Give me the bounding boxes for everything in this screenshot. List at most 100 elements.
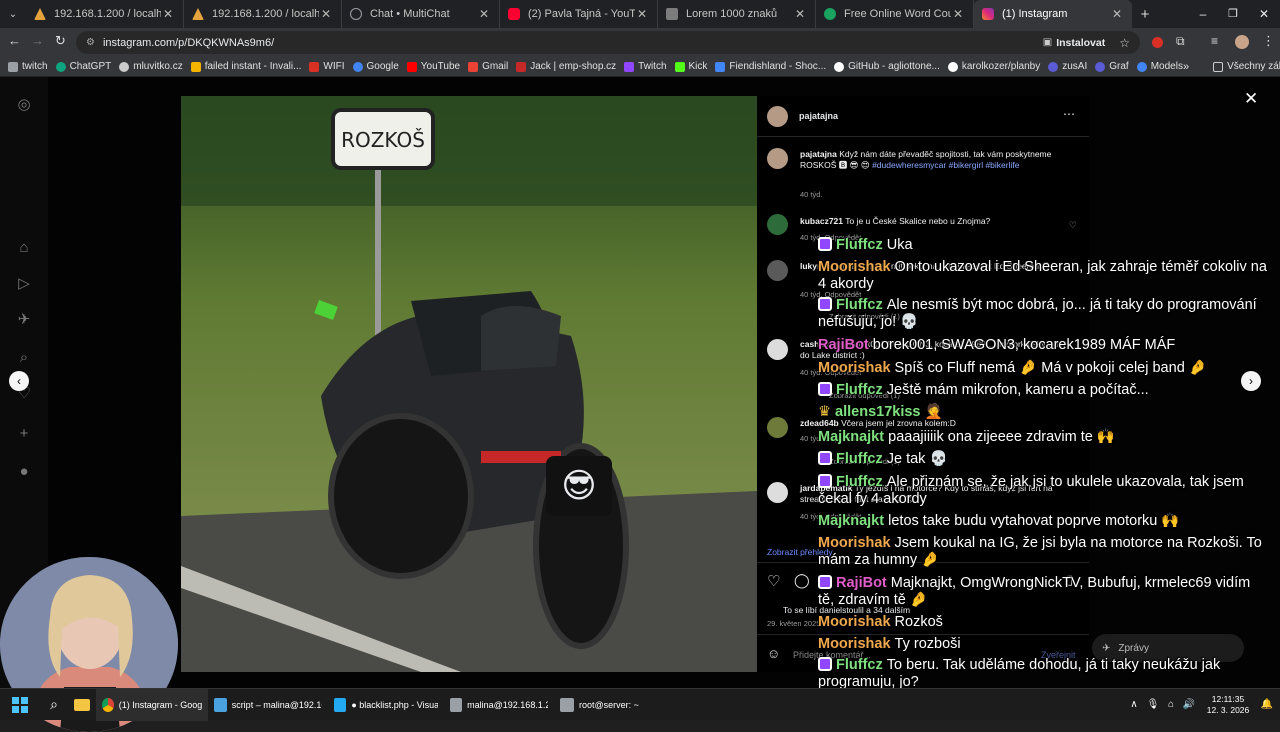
browser-tab[interactable]: 192.168.1.200 / localhost / mlu✕ [26, 0, 184, 28]
more-bookmarks-chevron-icon[interactable]: » [1183, 61, 1189, 73]
bookmark-item[interactable]: Graf [1095, 61, 1129, 72]
media-controls-icon[interactable]: ≡ [1211, 34, 1218, 48]
post-image[interactable]: ROZKOŠ 😎 [181, 96, 757, 672]
profile-avatar[interactable] [1235, 35, 1249, 49]
prev-post-button[interactable]: ‹ [9, 371, 29, 391]
browser-tab-active[interactable]: (1) Instagram ✕ [974, 0, 1132, 28]
post-options-icon[interactable]: ⋯ [1063, 107, 1075, 121]
taskbar-app-ssh[interactable]: malina@192.168.1.200 [444, 689, 554, 721]
tab-close-icon[interactable]: ✕ [161, 7, 175, 21]
folder-icon [74, 698, 90, 711]
reels-icon[interactable]: ▷ [15, 275, 33, 293]
network-icon[interactable]: ⌂ [1162, 699, 1180, 710]
search-icon[interactable]: ⌕ [15, 349, 33, 367]
next-post-button[interactable]: › [1241, 371, 1261, 391]
home-icon[interactable]: ⌂ [15, 239, 33, 257]
reload-button[interactable]: ↻ [55, 33, 69, 49]
extensions-puzzle-icon[interactable]: ⧉ [1176, 34, 1185, 49]
bookmark-item[interactable]: GitHub - agliottone... [834, 61, 940, 72]
bookmark-item[interactable]: Google [352, 61, 399, 72]
browser-tab[interactable]: (2) Pavla Tajná - YouTube✕ [500, 0, 658, 28]
taskbar-app-script[interactable]: script – malina@192.168 [208, 689, 328, 721]
emoji-picker-icon[interactable]: ☺ [767, 646, 780, 661]
bookmark-item[interactable]: Kick [674, 61, 707, 72]
tab-search-button[interactable]: ⌄ [0, 0, 26, 28]
tab-close-icon[interactable]: ✕ [1110, 7, 1124, 21]
comment-bubble-icon[interactable]: ◯ [794, 572, 810, 589]
url-text[interactable]: instagram.com/p/DKQKWNAs9m6/ [103, 37, 274, 49]
volume-icon[interactable]: 🔊 [1180, 699, 1198, 710]
install-app-icon[interactable]: ▣ [1043, 37, 1052, 48]
site-info-icon[interactable]: ⚙ [86, 37, 95, 48]
bookmark-item[interactable]: Twitch [624, 61, 667, 72]
bookmark-star-icon[interactable]: ☆ [1119, 36, 1130, 50]
profile-avatar-icon[interactable]: ● [15, 463, 33, 481]
sunglasses-emoji-sticker: 😎 [546, 456, 612, 516]
bookmark-item[interactable]: ChatGPT [55, 61, 111, 72]
address-bar[interactable]: ⚙ instagram.com/p/DKQKWNAs9m6/ ▣ Instalo… [76, 31, 1140, 54]
windows-start-icon[interactable] [0, 696, 40, 713]
author-username[interactable]: pajatajna [799, 111, 838, 121]
bookmark-favicon-icon [1095, 61, 1106, 72]
minimize-button[interactable]: – [1188, 0, 1218, 28]
bookmark-item[interactable]: YouTube [406, 61, 460, 72]
chat-message: Majknajkt paaajiiiik ona zijeeee zdravim… [818, 429, 1115, 445]
comment-avatar[interactable] [767, 482, 788, 503]
taskbar-search-icon[interactable]: ⌕ [40, 696, 68, 713]
bookmark-item[interactable]: failed instant - Invali... [190, 61, 301, 72]
forward-button[interactable]: → [31, 33, 45, 48]
tray-overflow-chevron-icon[interactable]: ∧ [1124, 699, 1144, 710]
taskbar-app-vscode[interactable]: ● blacklist.php - Visual S [328, 689, 444, 721]
browser-tab[interactable]: 192.168.1.200 / localhost / mlu✕ [184, 0, 342, 28]
notifications-bell-icon[interactable]: 🔔 [1258, 699, 1276, 710]
microphone-icon[interactable]: 🎙 [1144, 699, 1162, 710]
close-modal-icon[interactable]: ✕ [1244, 89, 1258, 109]
bookmark-item[interactable]: twitch [8, 61, 48, 72]
new-tab-button[interactable]: + [1132, 0, 1158, 28]
browser-tab[interactable]: Lorem 1000 znaků ✕ [658, 0, 816, 28]
comment-avatar[interactable] [767, 417, 788, 438]
bookmark-item[interactable]: Gmail [468, 61, 508, 72]
clock[interactable]: 12:11:35 12. 3. 2026 [1198, 694, 1258, 716]
install-button[interactable]: Instalovat [1056, 37, 1105, 49]
bookmark-item[interactable]: zusAI [1048, 61, 1087, 72]
putty-icon [450, 697, 463, 712]
comment-avatar[interactable] [767, 214, 788, 235]
file-explorer-icon[interactable] [68, 698, 96, 711]
create-plus-icon[interactable]: + [15, 425, 33, 443]
folder-icon [1213, 61, 1224, 72]
windows-logo-icon [12, 696, 28, 713]
like-heart-icon[interactable]: ♡ [767, 572, 780, 590]
tab-close-icon[interactable]: ✕ [477, 7, 491, 21]
browser-tab[interactable]: Chat • MultiChat ✕ [342, 0, 500, 28]
bookmark-item[interactable]: Models [1136, 61, 1183, 72]
bookmark-item[interactable]: karolkozer/planby [947, 61, 1040, 72]
close-window-button[interactable]: ✕ [1248, 0, 1280, 28]
comment-avatar[interactable] [767, 339, 788, 360]
extension-red-icon[interactable] [1152, 37, 1163, 48]
taskbar-app-chrome[interactable]: (1) Instagram - Google C [96, 688, 208, 721]
chat-message: Fluffcz Ale přiznám se, že jak jsi to uk… [818, 474, 1244, 507]
instagram-logo-icon[interactable]: ◎ [15, 96, 33, 114]
twitch-icon [624, 61, 635, 72]
tab-close-icon[interactable]: ✕ [319, 7, 333, 21]
comment-avatar[interactable] [767, 260, 788, 281]
browser-tab[interactable]: Free Online Word Counter: Cou✕ [816, 0, 974, 28]
all-bookmarks-folder[interactable]: Všechny záložky [1213, 61, 1280, 72]
maximize-button[interactable]: ❐ [1218, 0, 1248, 28]
chrome-menu-icon[interactable]: ⋮ [1262, 33, 1275, 49]
comment-like-icon[interactable]: ♡ [1069, 220, 1077, 231]
back-button[interactable]: ← [8, 33, 22, 48]
bookmark-item[interactable]: Jack | emp-shop.cz [516, 61, 616, 72]
tab-close-icon[interactable]: ✕ [951, 7, 965, 21]
tab-close-icon[interactable]: ✕ [793, 7, 807, 21]
bookmark-item[interactable]: WIFI [309, 61, 345, 72]
caption-avatar[interactable] [767, 148, 788, 169]
taskbar-app-root[interactable]: root@server: ~ [554, 689, 654, 721]
author-avatar[interactable] [767, 106, 788, 127]
messages-icon[interactable]: ✈ [15, 311, 33, 329]
tab-close-icon[interactable]: ✕ [635, 7, 649, 21]
caption-time: 40 týd. [800, 190, 823, 199]
bookmark-item[interactable]: mluvitko.cz [119, 61, 183, 72]
bookmark-item[interactable]: Fiendishland - Shoc... [715, 61, 826, 72]
